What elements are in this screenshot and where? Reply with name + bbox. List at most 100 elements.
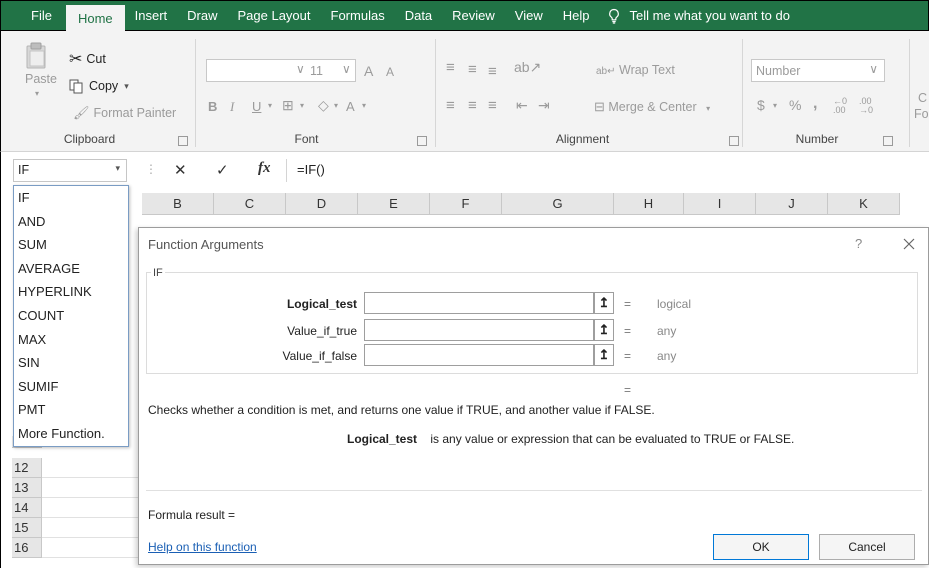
conditional-formatting-cutoff[interactable]: C: [918, 91, 927, 105]
dialog-launcher-icon[interactable]: [178, 136, 188, 146]
function-item-and[interactable]: AND: [14, 210, 128, 234]
decrease-indent-icon[interactable]: ⇤: [516, 97, 528, 114]
tab-home[interactable]: Home: [65, 5, 125, 31]
row-header[interactable]: 14: [12, 498, 42, 518]
font-group: ∨ 11 ∨ A A B I U ▾ ⊞ ▾ ◇ ▾ A ▾ Font: [196, 31, 429, 152]
column-header[interactable]: F: [430, 193, 502, 215]
grow-font-button[interactable]: A: [364, 63, 373, 79]
top-align-icon[interactable]: ≡: [446, 59, 455, 76]
function-item-sin[interactable]: SIN: [14, 351, 128, 375]
group-divider: [909, 39, 910, 147]
help-on-function-link[interactable]: Help on this function: [148, 540, 257, 554]
dialog-launcher-icon[interactable]: [417, 136, 427, 146]
wrap-text-button[interactable]: ab↵ Wrap Text: [596, 63, 675, 77]
tab-file[interactable]: File: [1, 0, 66, 31]
tab-page-layout[interactable]: Page Layout: [228, 0, 321, 31]
borders-icon[interactable]: ⊞: [282, 97, 294, 114]
function-item-if[interactable]: IF: [14, 186, 128, 210]
paste-button[interactable]: Paste ▾: [19, 39, 57, 119]
ok-button[interactable]: OK: [713, 534, 809, 560]
tab-review[interactable]: Review: [442, 0, 505, 31]
value-if-false-label: Value_if_false: [282, 349, 358, 363]
wrap-text-icon: ab↵: [596, 66, 616, 77]
italic-button[interactable]: I: [230, 99, 234, 115]
column-header[interactable]: H: [614, 193, 684, 215]
function-item-average[interactable]: AVERAGE: [14, 257, 128, 281]
comma-button[interactable]: ,: [813, 95, 817, 113]
tab-formulas[interactable]: Formulas: [321, 0, 395, 31]
function-item-max[interactable]: MAX: [14, 328, 128, 352]
collapse-dialog-icon[interactable]: ↥: [594, 319, 614, 341]
collapse-dialog-icon[interactable]: ↥: [594, 292, 614, 314]
chevron-down-icon: ▾: [300, 101, 305, 110]
format-painter-button[interactable]: 🖌 Format Painter: [73, 104, 176, 122]
insert-function-button[interactable]: fx: [258, 160, 271, 177]
align-center-icon[interactable]: ≡: [468, 97, 477, 114]
column-header[interactable]: K: [828, 193, 900, 215]
bold-button[interactable]: B: [208, 99, 217, 114]
middle-align-icon[interactable]: ≡: [468, 61, 477, 78]
format-as-table-cutoff[interactable]: Fo: [914, 107, 929, 121]
function-item-count[interactable]: COUNT: [14, 304, 128, 328]
tab-help[interactable]: Help: [553, 0, 600, 31]
font-size-box[interactable]: ∨ 11 ∨: [296, 59, 356, 82]
column-header[interactable]: I: [684, 193, 756, 215]
chevron-down-icon: ▾: [706, 104, 711, 113]
column-header[interactable]: G: [502, 193, 614, 215]
font-color-button[interactable]: A: [346, 99, 355, 114]
cancel-entry-button[interactable]: ✕: [174, 161, 187, 179]
tab-view[interactable]: View: [505, 0, 553, 31]
column-header[interactable]: E: [358, 193, 430, 215]
bottom-align-icon[interactable]: ≡: [488, 63, 497, 80]
help-button[interactable]: ?: [855, 236, 862, 251]
percent-button[interactable]: %: [789, 97, 801, 113]
alignment-group: ≡ ≡ ≡ ab↗ ab↵ Wrap Text ≡ ≡ ≡ ⇤ ⇥ ⊟ Merg…: [436, 31, 741, 152]
function-item-sum[interactable]: SUM: [14, 233, 128, 257]
enter-button[interactable]: ✓: [216, 161, 229, 179]
dialog-launcher-icon[interactable]: [883, 136, 893, 146]
merge-center-button[interactable]: ⊟ Merge & Center ▾: [594, 99, 710, 115]
value-if-false-input[interactable]: [364, 344, 594, 366]
column-header[interactable]: C: [214, 193, 286, 215]
fill-color-icon[interactable]: ◇: [318, 97, 329, 114]
function-item-more-functions[interactable]: More Function.: [14, 422, 128, 446]
number-format-box[interactable]: Number ∨: [751, 59, 885, 82]
function-description: Checks whether a condition is met, and r…: [148, 403, 655, 417]
align-right-icon[interactable]: ≡: [488, 97, 497, 114]
column-header[interactable]: J: [756, 193, 828, 215]
function-item-hyperlink[interactable]: HYPERLINK: [14, 280, 128, 304]
function-item-sumif[interactable]: SUMIF: [14, 375, 128, 399]
decrease-decimal-icon[interactable]: .00 →0: [859, 97, 873, 115]
column-header[interactable]: D: [286, 193, 358, 215]
value-if-true-input[interactable]: [364, 319, 594, 341]
argument-help-name: Logical_test: [347, 432, 418, 446]
close-icon[interactable]: [899, 234, 919, 254]
row-header[interactable]: 13: [12, 478, 42, 498]
collapse-dialog-icon[interactable]: ↥: [594, 344, 614, 366]
shrink-font-button[interactable]: A: [386, 65, 394, 79]
orientation-icon[interactable]: ab↗: [514, 59, 541, 76]
row-header[interactable]: 12: [12, 458, 42, 478]
increase-decimal-icon[interactable]: ←0.00: [833, 97, 847, 115]
formula-result: Formula result =: [148, 508, 236, 522]
tab-data[interactable]: Data: [395, 0, 442, 31]
cut-button[interactable]: ✂ Cut: [69, 50, 106, 68]
tab-insert[interactable]: Insert: [125, 0, 178, 31]
underline-button[interactable]: U: [252, 99, 261, 114]
row-header[interactable]: 16: [12, 538, 42, 558]
tab-draw[interactable]: Draw: [177, 0, 227, 31]
copy-button[interactable]: Copy ▾: [69, 77, 129, 95]
column-header[interactable]: B: [142, 193, 214, 215]
chevron-down-icon: ▾: [115, 163, 120, 173]
value-if-false-type: any: [657, 349, 677, 363]
tell-me-search[interactable]: Tell me what you want to do: [600, 8, 790, 24]
row-header[interactable]: 15: [12, 518, 42, 538]
formula-input[interactable]: =IF(): [286, 159, 929, 182]
name-box[interactable]: IF ▾: [13, 159, 127, 182]
align-left-icon[interactable]: ≡: [446, 97, 455, 114]
cancel-button[interactable]: Cancel: [819, 534, 915, 560]
increase-indent-icon[interactable]: ⇥: [538, 97, 550, 114]
logical-test-input[interactable]: [364, 292, 594, 314]
currency-button[interactable]: $: [757, 97, 765, 113]
function-item-pmt[interactable]: PMT: [14, 398, 128, 422]
